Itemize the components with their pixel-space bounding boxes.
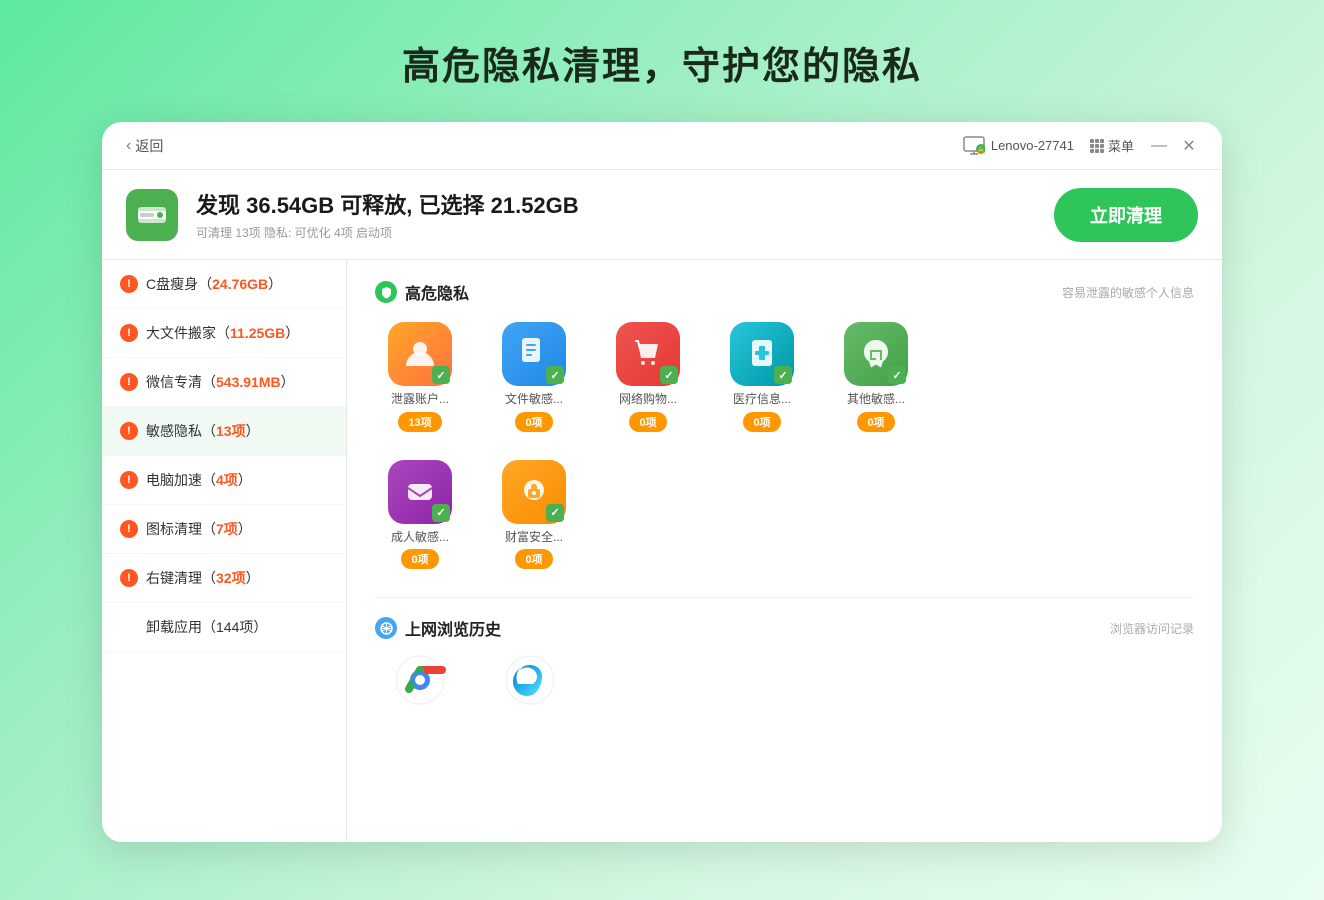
check-badge: ✓ <box>546 366 564 384</box>
sidebar-item-label: 敏感隐私（13项） <box>146 421 260 441</box>
sidebar-item-label: 右键清理（32项） <box>146 568 260 588</box>
sidebar-item-big-file[interactable]: ! 大文件搬家（11.25GB） <box>102 309 346 358</box>
privacy-item-medical[interactable]: ✓ 医疗信息... 0项 <box>717 322 807 432</box>
privacy-item-count: 0项 <box>515 412 552 432</box>
window-controls: — ✕ <box>1150 137 1198 155</box>
alert-icon: ! <box>120 471 138 489</box>
high-risk-desc: 容易泄露的敏感个人信息 <box>1062 284 1194 301</box>
hdd-svg <box>136 201 168 229</box>
device-info: 🔒 Lenovo-27741 <box>963 136 1074 156</box>
header-subtitle: 可清理 13项 隐私: 可优化 4项 启动项 <box>196 224 1054 241</box>
sidebar-item-icon-clean[interactable]: ! 图标清理（7项） <box>102 505 346 554</box>
sidebar-item-uninstall[interactable]: 卸载应用（144项） <box>102 603 346 652</box>
section-title-privacy: 高危隐私 <box>375 280 469 304</box>
device-name: Lenovo-27741 <box>991 138 1074 153</box>
edge-icon <box>504 654 556 706</box>
browse-history-desc: 浏览器访问记录 <box>1110 620 1194 637</box>
globe-icon <box>375 617 397 639</box>
title-bar-right: 🔒 Lenovo-27741 菜单 — ✕ <box>963 136 1198 156</box>
privacy-items-grid-row2: ✓ 成人敏感... 0项 ✓ 财富安全... 0项 <box>375 460 1194 570</box>
browser-chrome[interactable] <box>375 654 465 706</box>
privacy-item-wealth-security[interactable]: ✓ 财富安全... 0项 <box>489 460 579 570</box>
close-button[interactable]: ✕ <box>1180 137 1198 155</box>
privacy-item-online-shop[interactable]: ✓ 网络购物... 0项 <box>603 322 693 432</box>
browse-section-header: 上网浏览历史 浏览器访问记录 <box>375 616 1194 640</box>
back-label: 返回 <box>135 136 163 156</box>
sidebar-item-speed[interactable]: ! 电脑加速（4项） <box>102 456 346 505</box>
check-badge: ✓ <box>546 504 564 522</box>
privacy-item-name: 成人敏感... <box>391 530 449 546</box>
check-badge: ✓ <box>432 366 450 384</box>
privacy-item-name: 文件敏感... <box>505 392 563 408</box>
privacy-item-count: 0项 <box>857 412 894 432</box>
menu-button[interactable]: 菜单 <box>1090 136 1134 155</box>
main-content: ! C盘瘦身（24.76GB） ! 大文件搬家（11.25GB） ! 微信专清（… <box>102 260 1222 842</box>
privacy-item-file-sensitive[interactable]: ✓ 文件敏感... 0项 <box>489 322 579 432</box>
sidebar-item-label: 微信专清（543.91MB） <box>146 372 295 392</box>
clean-button[interactable]: 立即清理 <box>1054 188 1198 242</box>
privacy-item-name: 财富安全... <box>505 530 563 546</box>
high-risk-section-header: 高危隐私 容易泄露的敏感个人信息 <box>375 280 1194 304</box>
privacy-item-count: 0项 <box>515 549 552 569</box>
menu-label: 菜单 <box>1108 136 1134 155</box>
privacy-item-count: 13项 <box>398 412 441 432</box>
alert-icon: ! <box>120 275 138 293</box>
alert-icon: ! <box>120 373 138 391</box>
privacy-item-name: 泄露账户... <box>391 392 449 408</box>
check-badge: ✓ <box>432 504 450 522</box>
privacy-items-grid: ✓ 泄露账户... 13项 ✓ 文件敏感... 0项 <box>375 322 1194 432</box>
sidebar-item-wechat[interactable]: ! 微信专清（543.91MB） <box>102 358 346 407</box>
header-bar: 发现 36.54GB 可释放, 已选择 21.52GB 可清理 13项 隐私: … <box>102 170 1222 260</box>
privacy-item-account-leak[interactable]: ✓ 泄露账户... 13项 <box>375 322 465 432</box>
back-button[interactable]: ‹ 返回 <box>126 136 163 156</box>
privacy-item-count: 0项 <box>743 412 780 432</box>
page-title: 高危隐私清理，守护您的隐私 <box>402 35 922 90</box>
sidebar-item-c-disk[interactable]: ! C盘瘦身（24.76GB） <box>102 260 346 309</box>
grid-icon <box>1090 139 1104 153</box>
browse-history-title: 上网浏览历史 <box>405 616 501 640</box>
privacy-item-name: 医疗信息... <box>733 392 791 408</box>
hdd-icon <box>126 189 178 241</box>
divider <box>375 597 1194 598</box>
alert-icon: ! <box>120 422 138 440</box>
section-title-browse: 上网浏览历史 <box>375 616 501 640</box>
privacy-item-adult-sensitive[interactable]: ✓ 成人敏感... 0项 <box>375 460 465 570</box>
high-risk-title: 高危隐私 <box>405 280 469 304</box>
minimize-button[interactable]: — <box>1150 137 1168 155</box>
sidebar-item-right-clean[interactable]: ! 右键清理（32项） <box>102 554 346 603</box>
content-area: 高危隐私 容易泄露的敏感个人信息 ✓ 泄露账户... 13项 <box>347 260 1222 842</box>
sidebar-item-label: 电脑加速（4项） <box>146 470 252 490</box>
sidebar-item-label: 图标清理（7项） <box>146 519 252 539</box>
sidebar-item-privacy[interactable]: ! 敏感隐私（13项） <box>102 407 346 456</box>
check-badge: ✓ <box>774 366 792 384</box>
privacy-item-name: 其他敏感... <box>847 392 905 408</box>
browser-icons <box>375 654 1194 706</box>
check-badge: ✓ <box>660 366 678 384</box>
privacy-item-count: 0项 <box>629 412 666 432</box>
alert-icon: ! <box>120 569 138 587</box>
app-window: ‹ 返回 🔒 Lenovo-27741 <box>102 122 1222 842</box>
shield-icon <box>375 281 397 303</box>
header-text: 发现 36.54GB 可释放, 已选择 21.52GB 可清理 13项 隐私: … <box>196 188 1054 241</box>
title-bar: ‹ 返回 🔒 Lenovo-27741 <box>102 122 1222 170</box>
browser-edge[interactable] <box>485 654 575 706</box>
header-main-title: 发现 36.54GB 可释放, 已选择 21.52GB <box>196 188 1054 220</box>
monitor-icon: 🔒 <box>963 136 985 156</box>
check-badge: ✓ <box>888 366 906 384</box>
sidebar-item-label: 大文件搬家（11.25GB） <box>146 323 299 343</box>
chevron-left-icon: ‹ <box>126 137 131 155</box>
svg-text:🔒: 🔒 <box>976 146 984 154</box>
sidebar: ! C盘瘦身（24.76GB） ! 大文件搬家（11.25GB） ! 微信专清（… <box>102 260 347 842</box>
alert-icon: ! <box>120 324 138 342</box>
alert-icon: ! <box>120 520 138 538</box>
chrome-icon <box>394 654 446 706</box>
privacy-item-other-sensitive[interactable]: ✓ 其他敏感... 0项 <box>831 322 921 432</box>
sidebar-item-label: C盘瘦身（24.76GB） <box>146 274 282 294</box>
sidebar-item-label: 卸载应用（144项） <box>120 617 267 637</box>
privacy-item-count: 0项 <box>401 549 438 569</box>
privacy-item-name: 网络购物... <box>619 392 677 408</box>
